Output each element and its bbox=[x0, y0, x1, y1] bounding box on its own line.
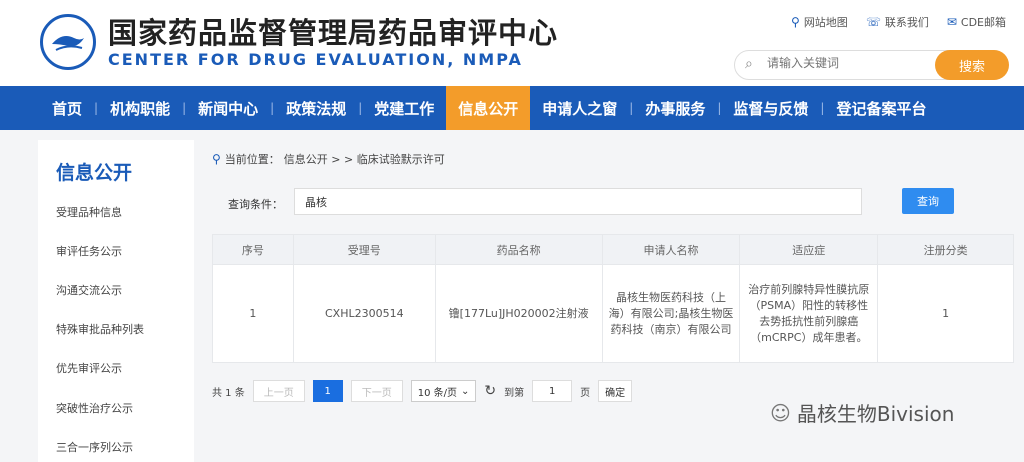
sidebar-item-accepted[interactable]: 受理品种信息 bbox=[56, 204, 122, 220]
results-table: 序号 受理号 药品名称 申请人名称 适应症 注册分类 1 CXHL2300514… bbox=[212, 234, 1014, 363]
map-pin-icon: ⚲ bbox=[791, 15, 800, 29]
sidebar-title: 信息公开 bbox=[56, 162, 133, 184]
prev-page-button[interactable]: 上一页 bbox=[252, 380, 305, 402]
watermark: ☺ 晶核生物Bivision bbox=[770, 400, 955, 427]
nav-item-supervision[interactable]: 监督与反馈 bbox=[721, 86, 820, 130]
sidebar-item-priority-review[interactable]: 优先审评公示 bbox=[56, 360, 122, 376]
col-header-drug-name: 药品名称 bbox=[434, 234, 603, 265]
next-page-button[interactable]: 下一页 bbox=[350, 380, 403, 402]
nav-item-party[interactable]: 党建工作 bbox=[362, 86, 446, 130]
sidebar-item-breakthrough[interactable]: 突破性治疗公示 bbox=[56, 400, 133, 416]
phone-icon: ☏ bbox=[865, 15, 881, 29]
logo[interactable] bbox=[40, 14, 96, 70]
sidebar-item-communication[interactable]: 沟通交流公示 bbox=[56, 282, 122, 298]
nav-item-applicant[interactable]: 申请人之窗 bbox=[530, 86, 629, 130]
table-header-row: 序号 受理号 药品名称 申请人名称 适应症 注册分类 bbox=[212, 234, 1014, 265]
search-icon: ⌕ bbox=[745, 56, 753, 72]
nav-item-news[interactable]: 新闻中心 bbox=[186, 86, 270, 130]
total-count: 共 1 条 bbox=[212, 387, 245, 399]
sidebar: 信息公开 受理品种信息 审评任务公示 沟通交流公示 特殊审批品种列表 优先审评公… bbox=[38, 140, 194, 462]
search-button[interactable]: 搜索 bbox=[935, 50, 1009, 80]
cell-drug-name: 镥[177Lu]JH020002注射液 bbox=[434, 264, 603, 363]
site-header: 国家药品监督管理局药品审评中心 CENTER FOR DRUG EVALUATI… bbox=[0, 0, 1024, 86]
wechat-icon: ☺ bbox=[770, 400, 791, 425]
contact-link[interactable]: ☏ 联系我们 bbox=[866, 14, 929, 30]
nav-item-registration[interactable]: 登记备案平台 bbox=[824, 86, 938, 130]
query-input[interactable]: 晶核 bbox=[294, 188, 862, 215]
nav-item-functions[interactable]: 机构职能 bbox=[98, 86, 182, 130]
goto-confirm-button[interactable]: 确定 bbox=[598, 380, 633, 402]
col-header-index: 序号 bbox=[212, 234, 294, 265]
query-label: 查询条件： bbox=[228, 198, 283, 211]
sidebar-item-review-tasks[interactable]: 审评任务公示 bbox=[56, 243, 122, 259]
main-nav: 首页 | 机构职能 | 新闻中心 | 政策法规 | 党建工作 信息公开 申请人之… bbox=[0, 86, 1024, 130]
current-page[interactable]: 1 bbox=[312, 380, 343, 402]
sidebar-item-special-approval[interactable]: 特殊审批品种列表 bbox=[56, 321, 144, 337]
goto-page-input[interactable]: 1 bbox=[532, 380, 573, 402]
goto-prefix: 到第 bbox=[504, 387, 525, 399]
email-link[interactable]: ✉ CDE邮箱 bbox=[947, 14, 1006, 30]
chevron-down-icon: ⌄ bbox=[461, 385, 470, 397]
cell-index: 1 bbox=[212, 264, 294, 363]
cell-acceptance-no: CXHL2300514 bbox=[292, 264, 436, 363]
breadcrumb-path[interactable]: 信息公开 > > 临床试验默示许可 bbox=[284, 151, 445, 167]
sidebar-item-three-in-one[interactable]: 三合一序列公示 bbox=[56, 439, 133, 455]
page-size-select[interactable]: 10 条/页 ⌄ bbox=[410, 380, 477, 402]
col-header-applicant: 申请人名称 bbox=[601, 234, 741, 265]
breadcrumb: ⚲ 当前位置： 信息公开 > > 临床试验默示许可 bbox=[212, 151, 445, 167]
logo-emblem-icon bbox=[52, 36, 84, 51]
refresh-icon[interactable]: ↻ bbox=[484, 383, 496, 399]
mail-icon: ✉ bbox=[946, 15, 957, 29]
top-links: ⚲ 网站地图 ☏ 联系我们 ✉ CDE邮箱 bbox=[791, 14, 1006, 30]
search-input[interactable] bbox=[767, 56, 937, 70]
cell-category: 1 bbox=[877, 264, 1014, 363]
goto-suffix: 页 bbox=[580, 387, 591, 399]
site-title-cn: 国家药品监督管理局药品审评中心 bbox=[108, 16, 559, 50]
sitemap-link[interactable]: ⚲ 网站地图 bbox=[791, 14, 848, 30]
nav-item-info-disclosure[interactable]: 信息公开 bbox=[446, 86, 531, 130]
query-button[interactable]: 查询 bbox=[902, 188, 954, 214]
cell-indication: 治疗前列腺特异性膜抗原（PSMA）阳性的转移性去势抵抗性前列腺癌（mCRPC）成… bbox=[739, 264, 879, 363]
col-header-category: 注册分类 bbox=[877, 234, 1014, 265]
search-box: ⌕ 搜索 bbox=[734, 50, 1009, 80]
nav-item-services[interactable]: 办事服务 bbox=[633, 86, 717, 130]
table-row[interactable]: 1 CXHL2300514 镥[177Lu]JH020002注射液 晶核生物医药… bbox=[212, 264, 1014, 363]
col-header-acceptance-no: 受理号 bbox=[292, 234, 436, 265]
site-title-en: CENTER FOR DRUG EVALUATION, NMPA bbox=[108, 50, 523, 69]
pagination: 共 1 条 上一页 1 下一页 10 条/页 ⌄ ↻ 到第 1 页 确定 bbox=[212, 380, 633, 402]
cell-applicant: 晶核生物医药科技（上海）有限公司;晶核生物医药科技（南京）有限公司 bbox=[601, 264, 741, 363]
breadcrumb-prefix: 当前位置： bbox=[224, 153, 280, 166]
nav-item-policy[interactable]: 政策法规 bbox=[274, 86, 358, 130]
location-pin-icon: ⚲ bbox=[212, 152, 221, 166]
nav-item-home[interactable]: 首页 bbox=[40, 86, 94, 130]
col-header-indication: 适应症 bbox=[739, 234, 879, 265]
